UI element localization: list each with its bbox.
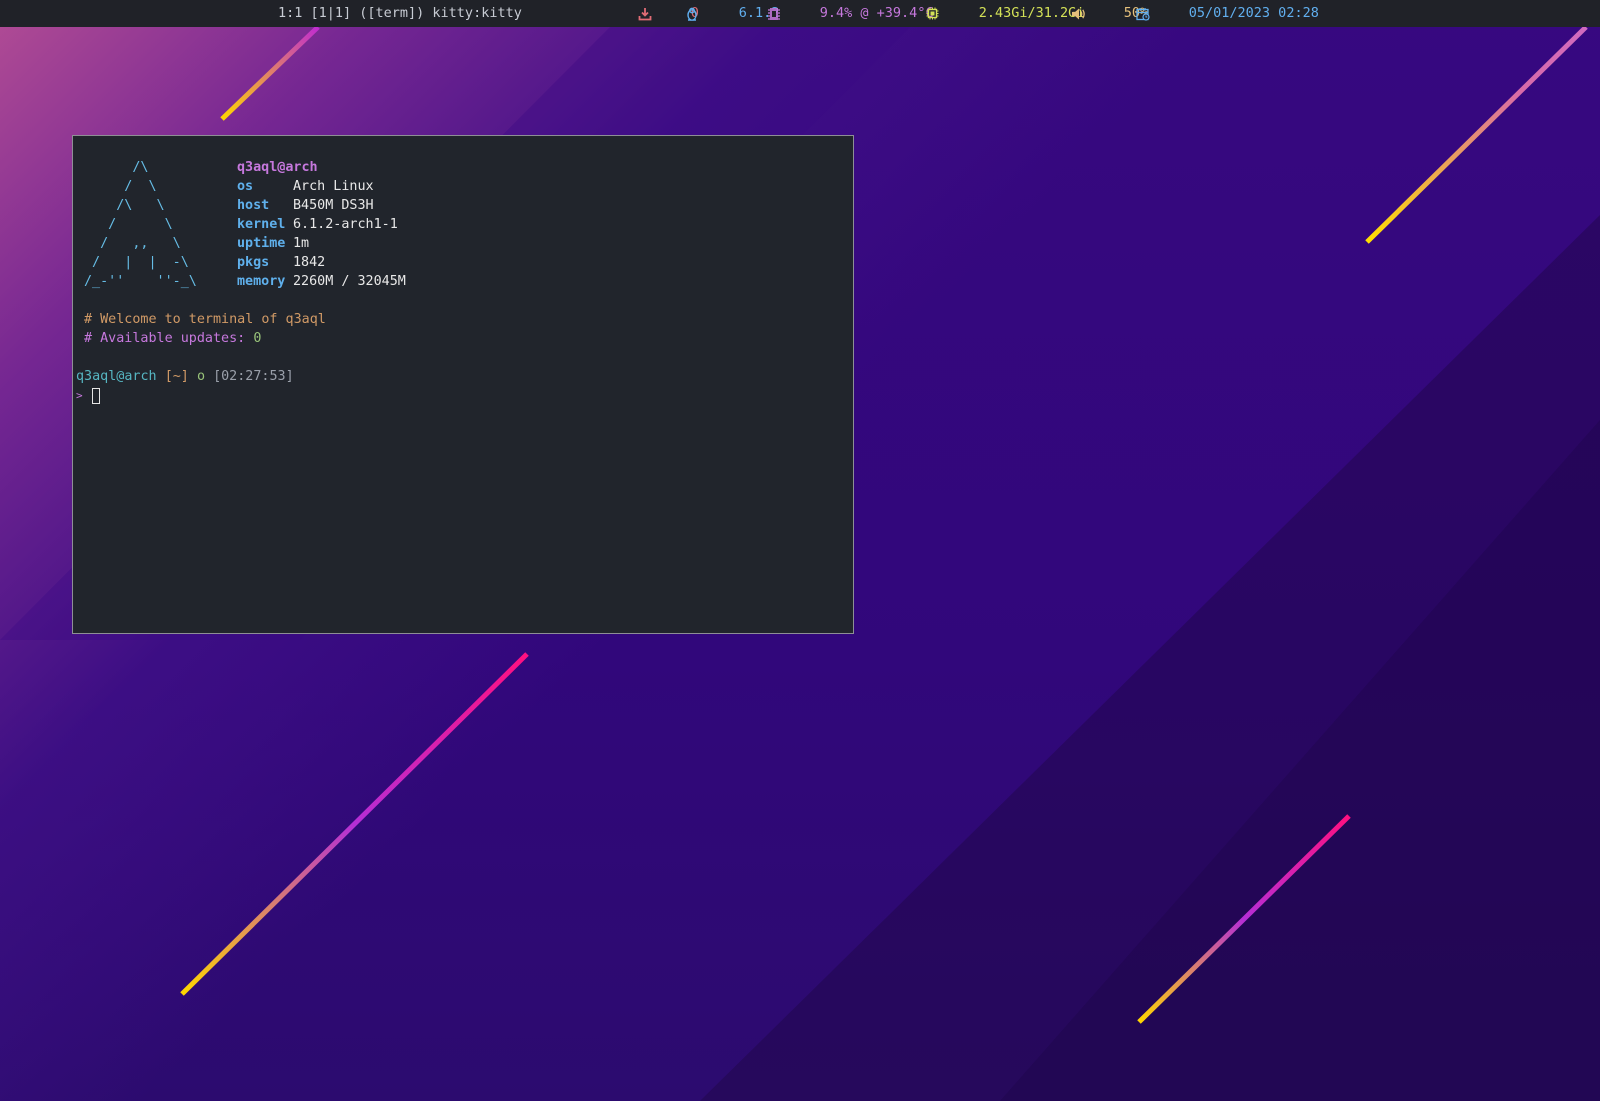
- fetch-value-os: Arch Linux: [293, 179, 374, 194]
- memory-chip-icon: [926, 0, 975, 74]
- ascii-logo-line: /\: [84, 160, 149, 175]
- cpu-usage: 9.4% @ +39.4°C: [819, 5, 934, 21]
- fetch-label-host: host: [237, 198, 270, 213]
- linux-penguin-icon: [686, 0, 735, 75]
- ascii-logo-line: / \: [84, 217, 173, 232]
- terminal-cursor[interactable]: [92, 388, 100, 404]
- datetime-value: 05/01/2023 02:28: [1188, 5, 1319, 21]
- fetch-value-host: B450M DS3H: [293, 198, 374, 213]
- workspace-indicator[interactable]: 1:1 [1|1] ([term]) kitty:kitty: [278, 0, 522, 27]
- ascii-logo-line: / \: [84, 179, 157, 194]
- memory-module[interactable]: 2.43Gi/31.2Gi: [926, 0, 1084, 27]
- ascii-logo-line: / | | -\: [84, 255, 189, 270]
- workspace-label: 1:1 [1|1] ([term]) kitty:kitty: [278, 5, 522, 21]
- memory-usage: 2.43Gi/31.2Gi: [978, 5, 1085, 21]
- ascii-logo-line: /_-'' ''-_\: [84, 274, 197, 289]
- ascii-logo-line: / ,, \: [84, 236, 181, 251]
- cpu-chip-icon: [767, 0, 816, 75]
- updates-message-count: 0: [253, 331, 262, 346]
- prompt-time: [02:27:53]: [213, 369, 294, 384]
- cpu-module[interactable]: 9.4% @ +39.4°C: [767, 0, 934, 27]
- streak-top-right: [1365, 25, 1588, 244]
- ascii-logo-line: /\ \: [84, 198, 165, 213]
- fetch-value-uptime: 1m: [293, 236, 310, 251]
- updates-message: # Available updates: 0: [84, 329, 261, 348]
- prompt-user-host: q3aql@arch: [76, 369, 157, 384]
- download-icon: [638, 0, 687, 75]
- status-bar: 1:1 [1|1] ([term]) kitty:kitty 0 6.1.2 9…: [0, 0, 1600, 27]
- streak-bottom-left: [180, 652, 529, 996]
- prompt-path: [~]: [164, 369, 189, 384]
- fetch-label-pkgs: pkgs: [237, 255, 270, 270]
- datetime-module[interactable]: 05/01/2023 02:28: [1136, 0, 1319, 27]
- updates-message-prefix: # Available updates:: [84, 331, 254, 346]
- prompt-symbol: >: [76, 389, 83, 402]
- fetch-value-kernel: 6.1.2-arch1-1: [293, 217, 398, 232]
- fetch-label-memory: memory: [237, 274, 286, 289]
- fetch-user-host: q3aql@arch: [237, 160, 318, 175]
- calendar-clock-icon: [1136, 0, 1185, 75]
- prompt-branch: o: [196, 369, 205, 384]
- fetch-label-os: os: [237, 179, 254, 194]
- fetch-value-pkgs: 1842: [293, 255, 326, 270]
- fetch-label-kernel: kernel: [237, 217, 286, 232]
- fetch-value-memory: 2260M / 32045M: [293, 274, 406, 289]
- streak-top-left: [220, 25, 320, 121]
- kernel-module[interactable]: 6.1.2: [686, 0, 779, 27]
- speaker-icon: [1071, 0, 1120, 75]
- shell-prompt: q3aql@arch [~] o [02:27:53]: [76, 367, 294, 386]
- terminal-window[interactable]: /\ / \ /\ \ / \ / ,, \ / | | -\ /_-'' ''…: [72, 135, 854, 634]
- fetch-label-uptime: uptime: [237, 236, 286, 251]
- welcome-message: # Welcome to terminal of q3aql: [84, 312, 326, 327]
